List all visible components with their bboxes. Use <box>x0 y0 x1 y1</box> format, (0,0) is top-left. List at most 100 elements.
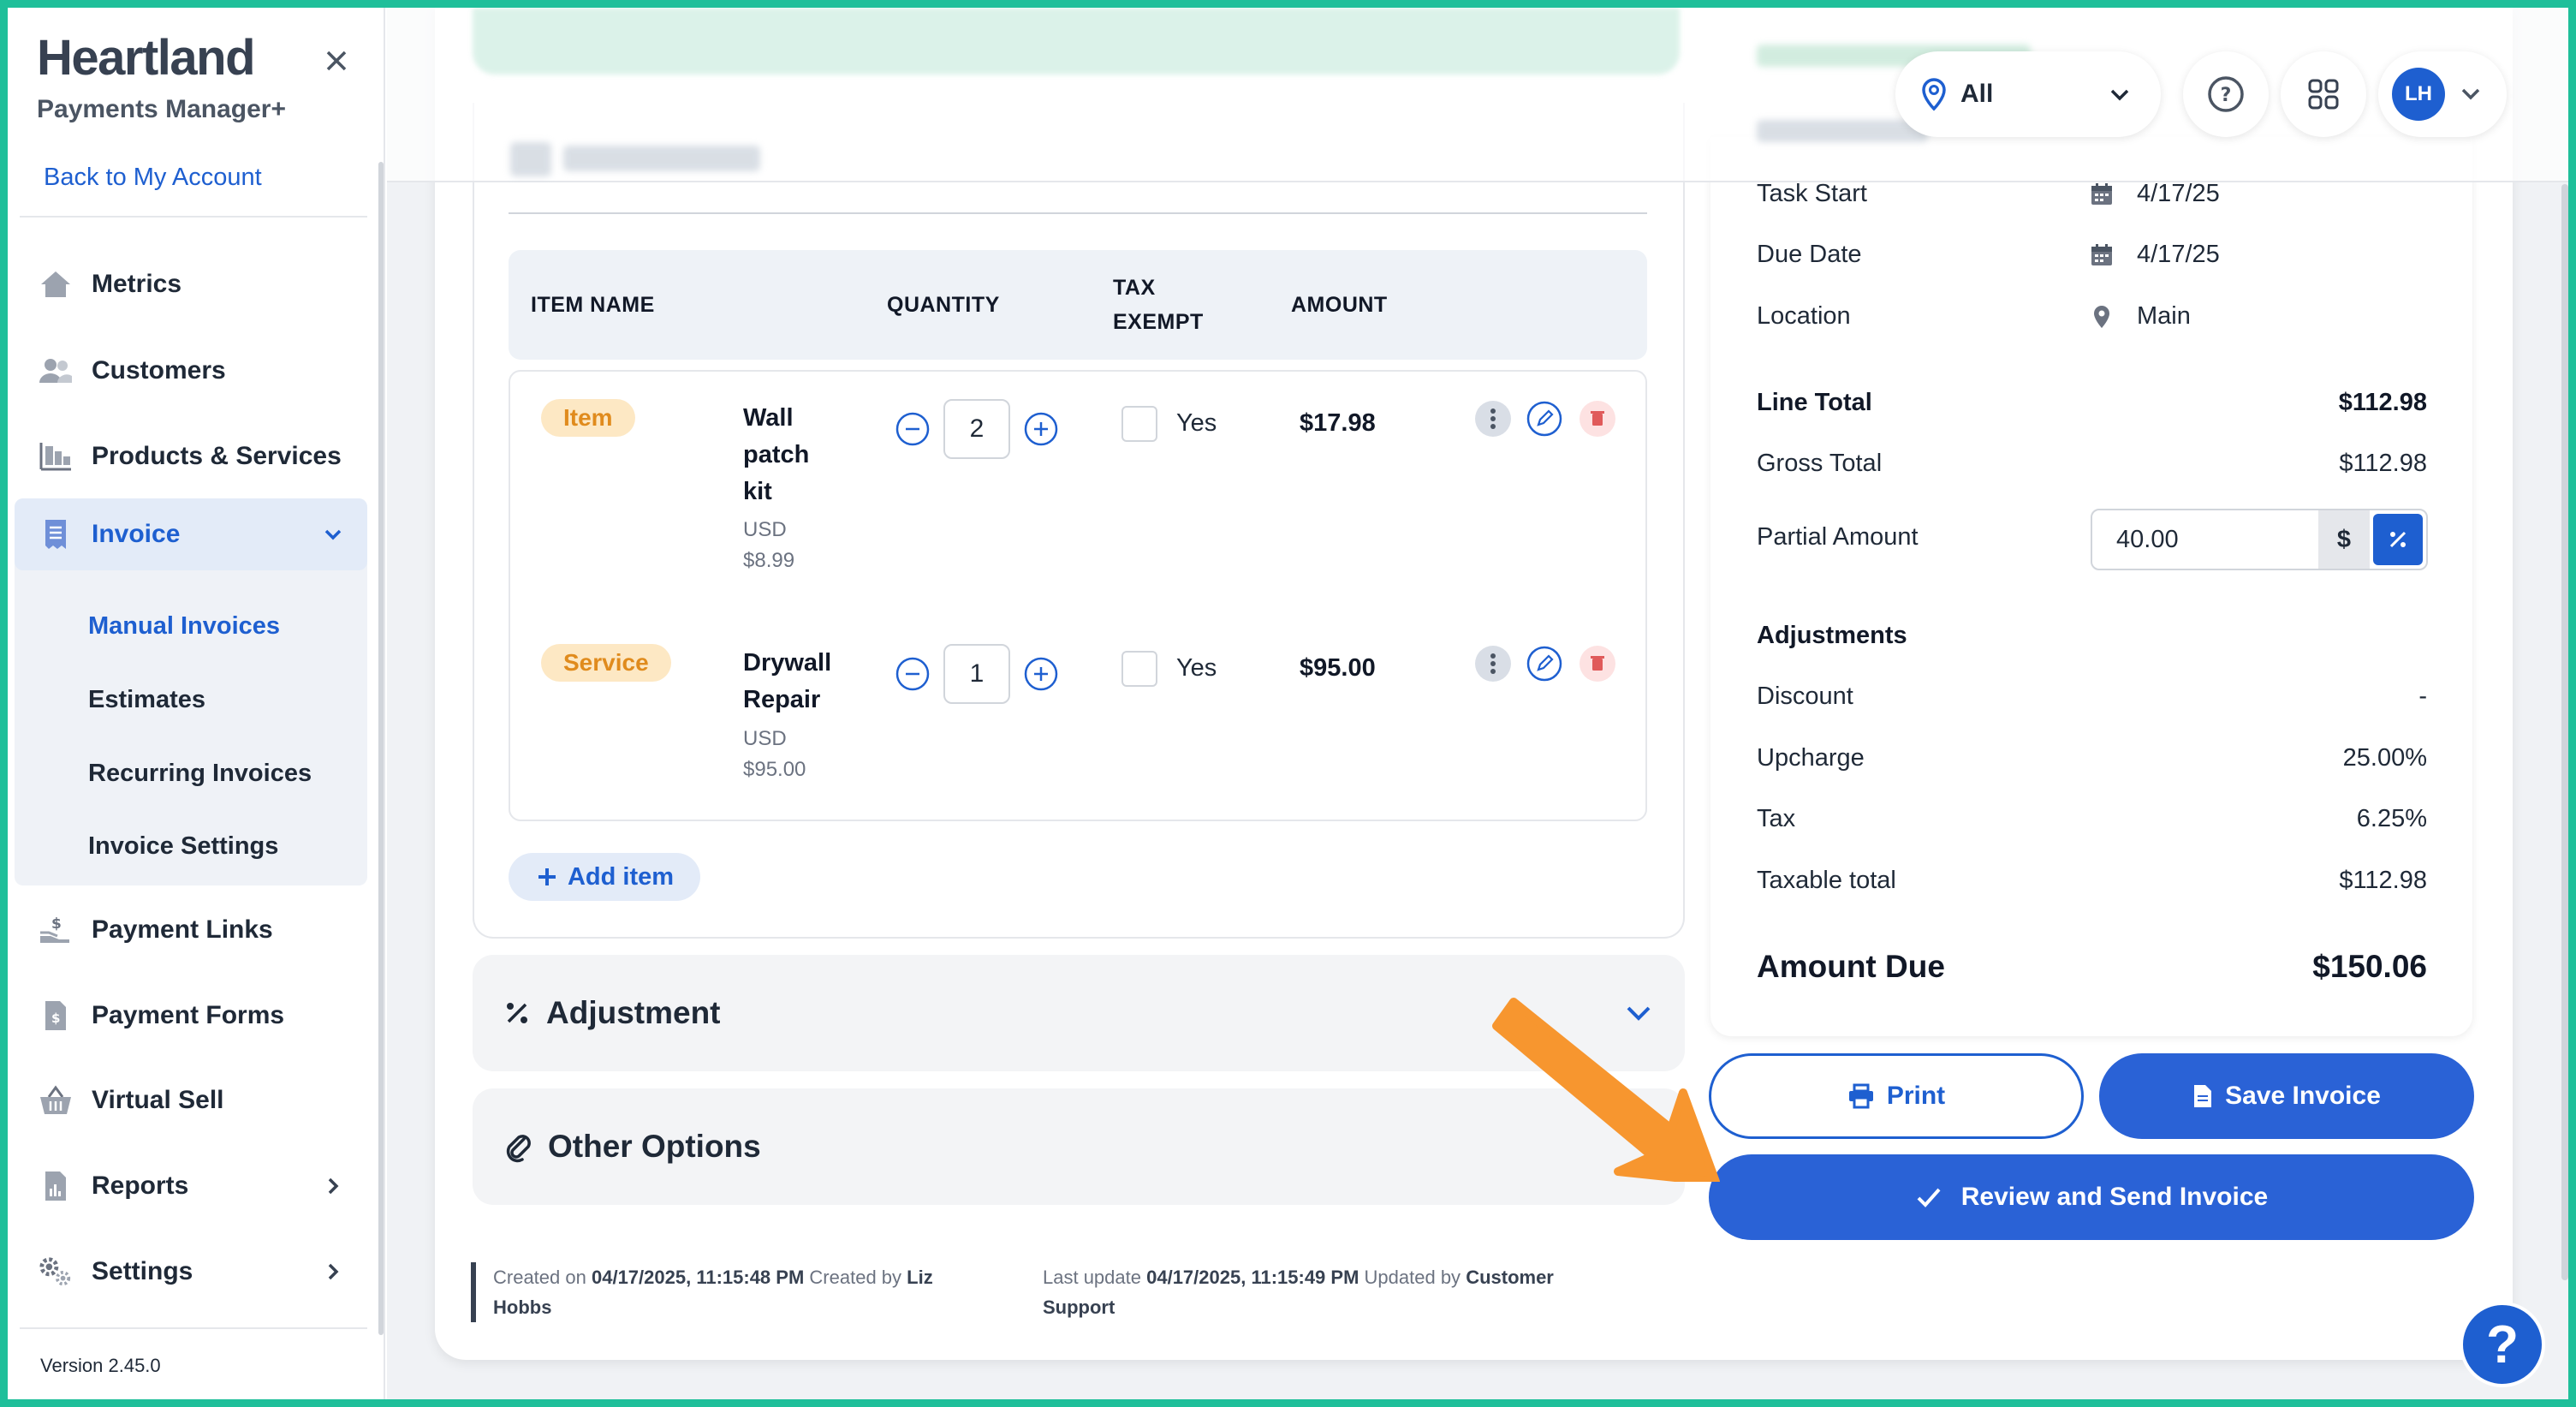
delete-icon[interactable] <box>1579 645 1616 683</box>
item-type-badge: Service <box>541 644 671 682</box>
add-item-button[interactable]: Add item <box>509 853 700 901</box>
adjustment-title: Adjustment <box>546 995 721 1030</box>
quantity-input[interactable]: 2 <box>943 399 1010 459</box>
tax-exempt-checkbox[interactable] <box>1121 406 1157 442</box>
location-selector[interactable]: All <box>1895 51 2161 137</box>
taxable-total-label: Taxable total <box>1757 867 1896 894</box>
decrease-quantity-button[interactable] <box>895 657 930 691</box>
svg-text:$: $ <box>51 1011 60 1026</box>
back-to-account-link[interactable]: Back to My Account <box>44 164 262 192</box>
partial-amount-value[interactable]: 40.00 <box>2092 526 2318 554</box>
col-quantity: QUANTITY <box>887 293 1000 317</box>
partial-amount-label: Partial Amount <box>1757 523 1919 551</box>
percent-icon <box>507 1003 527 1023</box>
user-menu[interactable]: LH <box>2378 51 2507 137</box>
reports-icon <box>45 1172 66 1201</box>
sidebar-subitem-manual-invoices[interactable]: Manual Invoices <box>88 612 280 641</box>
task-start-value[interactable]: 4/17/25 <box>2089 180 2220 208</box>
scrollbar[interactable] <box>2561 184 2568 1280</box>
increase-quantity-button[interactable] <box>1024 657 1058 691</box>
help-chat-button[interactable]: ? <box>2460 1302 2545 1387</box>
sidebar-item-payment-forms[interactable]: $ Payment Forms <box>15 980 367 1052</box>
gross-total-label: Gross Total <box>1757 450 1883 477</box>
home-icon <box>41 271 70 297</box>
edit-icon[interactable] <box>1526 400 1563 438</box>
chevron-down-icon <box>2461 88 2480 100</box>
svg-text:$: $ <box>51 915 62 933</box>
review-send-invoice-button[interactable]: Review and Send Invoice <box>1709 1154 2474 1240</box>
products-icon <box>39 443 71 471</box>
created-info: Created on 04/17/2025, 11:15:48 PM Creat… <box>493 1267 933 1318</box>
payment-link-icon: $ <box>40 915 69 943</box>
table-header: ITEM NAME QUANTITY TAX EXEMPT AMOUNT <box>509 250 1647 360</box>
blurred-icon <box>510 142 551 176</box>
line-total-value: $112.98 <box>2338 389 2427 416</box>
brand: Heartland Payments Manager+ <box>37 33 286 124</box>
map-pin-icon <box>1922 78 1946 111</box>
due-date-value[interactable]: 4/17/25 <box>2089 241 2220 269</box>
item-name: Wall patch kit <box>743 404 810 505</box>
col-tax-exempt-2: EXEMPT <box>1113 310 1204 334</box>
upcharge-label: Upcharge <box>1757 744 1865 772</box>
brand-subtitle: Payments Manager+ <box>37 95 286 123</box>
sidebar-scrollbar[interactable] <box>378 162 384 1335</box>
sidebar-item-customers[interactable]: Customers <box>15 335 367 407</box>
sidebar: Heartland Payments Manager+ Back to My A… <box>8 8 385 1399</box>
partial-amount-input[interactable]: 40.00 $ <box>2091 509 2428 570</box>
item-amount: $17.98 <box>1300 409 1376 437</box>
help-button[interactable]: ? <box>2183 51 2269 137</box>
meta-accent-bar <box>471 1262 476 1322</box>
tax-exempt-label: Yes <box>1176 409 1217 437</box>
decrease-quantity-button[interactable] <box>895 412 930 446</box>
sidebar-item-products-services[interactable]: Products & Services <box>15 420 367 492</box>
other-options-title: Other Options <box>548 1129 761 1164</box>
sidebar-item-reports[interactable]: Reports <box>15 1150 367 1222</box>
plus-icon <box>538 868 556 885</box>
sidebar-item-metrics[interactable]: Metrics <box>15 248 367 320</box>
chevron-right-icon <box>328 1177 339 1195</box>
sidebar-subitem-invoice-settings[interactable]: Invoice Settings <box>88 832 278 861</box>
increase-quantity-button[interactable] <box>1024 412 1058 446</box>
item-amount: $95.00 <box>1300 654 1376 682</box>
more-options-icon[interactable] <box>1474 645 1512 683</box>
calendar-icon <box>2091 182 2112 205</box>
users-icon <box>39 359 72 383</box>
tax-exempt-checkbox[interactable] <box>1121 651 1157 687</box>
apps-button[interactable] <box>2281 51 2366 137</box>
divider <box>509 212 1647 214</box>
map-pin-icon <box>2094 305 2109 328</box>
sidebar-subitem-recurring-invoices[interactable]: Recurring Invoices <box>88 760 312 788</box>
quantity-input[interactable]: 1 <box>943 644 1010 704</box>
sidebar-item-virtual-sell[interactable]: Virtual Sell <box>15 1064 367 1136</box>
document-icon <box>2194 1085 2212 1107</box>
question-mark-icon: ? <box>2486 1315 2519 1374</box>
sidebar-subitem-estimates[interactable]: Estimates <box>88 686 205 714</box>
sidebar-item-invoice[interactable]: Invoice <box>15 498 367 570</box>
checkmark-icon <box>1917 1188 1941 1207</box>
delete-icon[interactable] <box>1579 400 1616 438</box>
due-date-label: Due Date <box>1757 241 1862 268</box>
collapsed-section <box>473 8 1680 75</box>
taxable-total-value: $112.98 <box>2339 867 2427 894</box>
close-icon[interactable] <box>318 42 355 80</box>
currency-toggle[interactable]: $ <box>2318 510 2370 569</box>
save-invoice-button[interactable]: Save Invoice <box>2099 1053 2474 1139</box>
amount-due-label: Amount Due <box>1757 949 1945 984</box>
summary-card <box>1710 137 2472 1036</box>
percent-toggle[interactable] <box>2373 514 2423 565</box>
blurred-text <box>1757 120 1928 142</box>
gross-total-value: $112.98 <box>2339 450 2427 477</box>
print-button[interactable]: Print <box>1709 1053 2084 1139</box>
edit-icon[interactable] <box>1526 645 1563 683</box>
brand-name: Heartland <box>37 30 256 86</box>
updated-info: Last update 04/17/2025, 11:15:49 PM Upda… <box>1043 1267 1554 1318</box>
invoice-icon <box>45 520 66 549</box>
more-options-icon[interactable] <box>1474 400 1512 438</box>
amount-due-value: $150.06 <box>2312 949 2427 984</box>
sidebar-item-payment-links[interactable]: $ Payment Links <box>15 894 367 966</box>
basket-icon <box>40 1085 71 1114</box>
sidebar-item-settings[interactable]: Settings <box>15 1236 367 1308</box>
col-item-name: ITEM NAME <box>531 293 655 317</box>
blurred-heading <box>563 146 760 171</box>
item-name: Drywall Repair <box>743 649 832 713</box>
